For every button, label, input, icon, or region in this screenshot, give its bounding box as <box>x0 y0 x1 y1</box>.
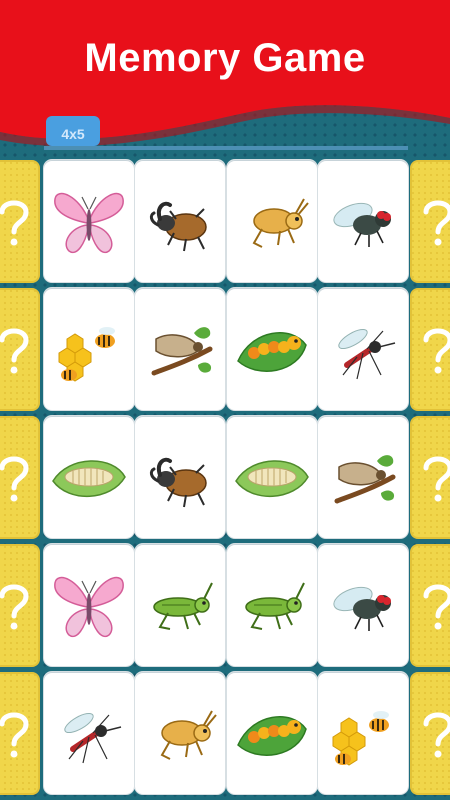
cicada-icon <box>151 327 213 376</box>
side-card <box>0 160 40 283</box>
memory-card[interactable] <box>44 288 134 410</box>
honeybee-icon <box>332 711 389 766</box>
side-card <box>410 288 450 411</box>
memory-card[interactable] <box>44 416 134 538</box>
question-mark-icon <box>0 200 29 246</box>
green-grasshopper-icon <box>153 582 213 630</box>
question-mark-icon <box>423 712 450 758</box>
green-grasshopper-icon <box>245 582 305 630</box>
memory-card[interactable] <box>227 416 317 538</box>
header-banner: Memory Game 4x5 <box>0 0 450 150</box>
header-divider <box>44 146 408 150</box>
memory-card[interactable] <box>135 416 225 538</box>
memory-card[interactable] <box>44 160 134 282</box>
grid-size-badge[interactable]: 4x5 <box>46 116 100 146</box>
side-card <box>410 416 450 539</box>
side-card <box>410 544 450 667</box>
side-card <box>0 544 40 667</box>
memory-card[interactable] <box>318 160 408 282</box>
butterfly-icon <box>54 576 124 638</box>
memory-card[interactable] <box>135 672 225 794</box>
housefly-icon <box>333 202 391 247</box>
memory-card[interactable] <box>227 288 317 410</box>
memory-card[interactable] <box>44 672 134 794</box>
page-title: Memory Game <box>84 36 366 80</box>
question-mark-icon <box>0 584 29 630</box>
question-mark-icon <box>423 584 450 630</box>
question-mark-icon <box>423 200 450 246</box>
memory-card[interactable] <box>135 288 225 410</box>
memory-card[interactable] <box>318 288 408 410</box>
question-mark-icon <box>423 328 450 374</box>
right-adjacent-cards <box>406 160 450 800</box>
rhinoceros-beetle-icon <box>149 201 207 252</box>
memory-card[interactable] <box>227 672 317 794</box>
side-card <box>0 288 40 411</box>
memory-card[interactable] <box>318 416 408 538</box>
caterpillar-icon <box>237 716 307 756</box>
question-mark-icon <box>0 328 29 374</box>
card-grid <box>44 160 408 800</box>
honeybee-icon <box>58 327 115 382</box>
housefly-icon <box>333 586 391 631</box>
left-adjacent-cards <box>0 160 44 800</box>
memory-card[interactable] <box>44 544 134 666</box>
memory-card[interactable] <box>318 672 408 794</box>
question-mark-icon <box>423 456 450 502</box>
grasshopper-icon <box>160 710 217 760</box>
question-mark-icon <box>0 456 29 502</box>
side-card <box>410 160 450 283</box>
larva-icon <box>52 460 126 497</box>
caterpillar-icon <box>237 332 307 372</box>
larva-icon <box>235 460 309 497</box>
mosquito-icon <box>338 328 396 380</box>
memory-card[interactable] <box>135 544 225 666</box>
side-card <box>0 672 40 795</box>
side-card <box>0 416 40 539</box>
rhinoceros-beetle-icon <box>149 457 207 508</box>
mosquito-icon <box>64 712 122 764</box>
question-mark-icon <box>0 712 29 758</box>
memory-card[interactable] <box>318 544 408 666</box>
cicada-icon <box>334 455 396 504</box>
memory-card[interactable] <box>227 160 317 282</box>
side-card <box>410 672 450 795</box>
butterfly-icon <box>54 192 124 254</box>
memory-card[interactable] <box>227 544 317 666</box>
grasshopper-icon <box>252 198 309 248</box>
memory-card[interactable] <box>135 160 225 282</box>
